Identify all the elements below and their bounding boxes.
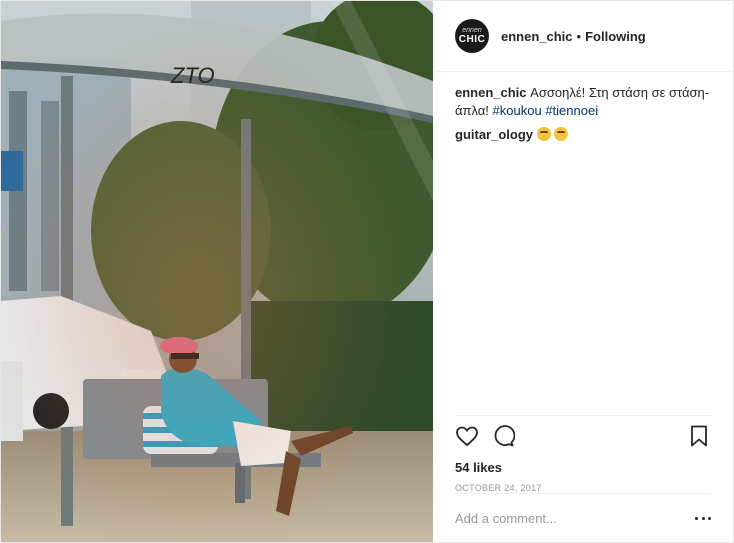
comment-username[interactable]: guitar_ology bbox=[455, 127, 533, 142]
bookmark-icon[interactable] bbox=[687, 424, 711, 448]
instagram-post: ZTO ennen bbox=[0, 0, 734, 543]
more-options-icon[interactable] bbox=[695, 510, 711, 526]
photo-bus-stop-scene: ZTO bbox=[1, 1, 433, 542]
post-actions: 54 likes OCTOBER 24, 2017 bbox=[455, 415, 711, 493]
grinning-sweat-emoji-icon bbox=[536, 127, 551, 141]
heart-icon[interactable] bbox=[455, 424, 479, 448]
comments-section: ennen_chic Ασσοηλέ! Στη στάση σε στάση-ά… bbox=[433, 72, 733, 144]
comment-item: guitar_ology bbox=[455, 126, 711, 144]
following-button[interactable]: Following bbox=[585, 29, 646, 44]
grinning-sweat-emoji-icon bbox=[553, 127, 568, 141]
avatar-text-line2: CHIC bbox=[458, 34, 486, 45]
avatar[interactable]: ennen CHIC bbox=[455, 19, 489, 53]
more-dot bbox=[695, 516, 698, 520]
post-header: ennen CHIC ennen_chic • Following bbox=[435, 1, 731, 72]
caption-username[interactable]: ennen_chic bbox=[455, 85, 527, 100]
more-dot bbox=[701, 516, 705, 520]
more-dot bbox=[708, 516, 711, 520]
action-icons bbox=[455, 424, 711, 448]
avatar-text-line1: ennen bbox=[462, 27, 482, 34]
author-username[interactable]: ennen_chic bbox=[501, 29, 573, 44]
post-sidebar: ennen CHIC ennen_chic • Following ennen_… bbox=[433, 1, 733, 542]
likes-count[interactable]: 54 likes bbox=[455, 460, 711, 475]
caption: ennen_chic Ασσοηλέ! Στη στάση σε στάση-ά… bbox=[455, 84, 711, 120]
add-comment-input[interactable]: Add a comment... bbox=[455, 511, 695, 526]
hashtag-link[interactable]: #tiennoei bbox=[545, 103, 598, 118]
separator-dot: • bbox=[576, 28, 582, 44]
add-comment-bar: Add a comment... bbox=[455, 493, 711, 542]
post-date: OCTOBER 24, 2017 bbox=[455, 483, 542, 493]
comment-icon[interactable] bbox=[491, 424, 515, 448]
post-photo[interactable]: ZTO bbox=[1, 1, 433, 542]
hashtag-link[interactable]: #koukou bbox=[493, 103, 542, 118]
